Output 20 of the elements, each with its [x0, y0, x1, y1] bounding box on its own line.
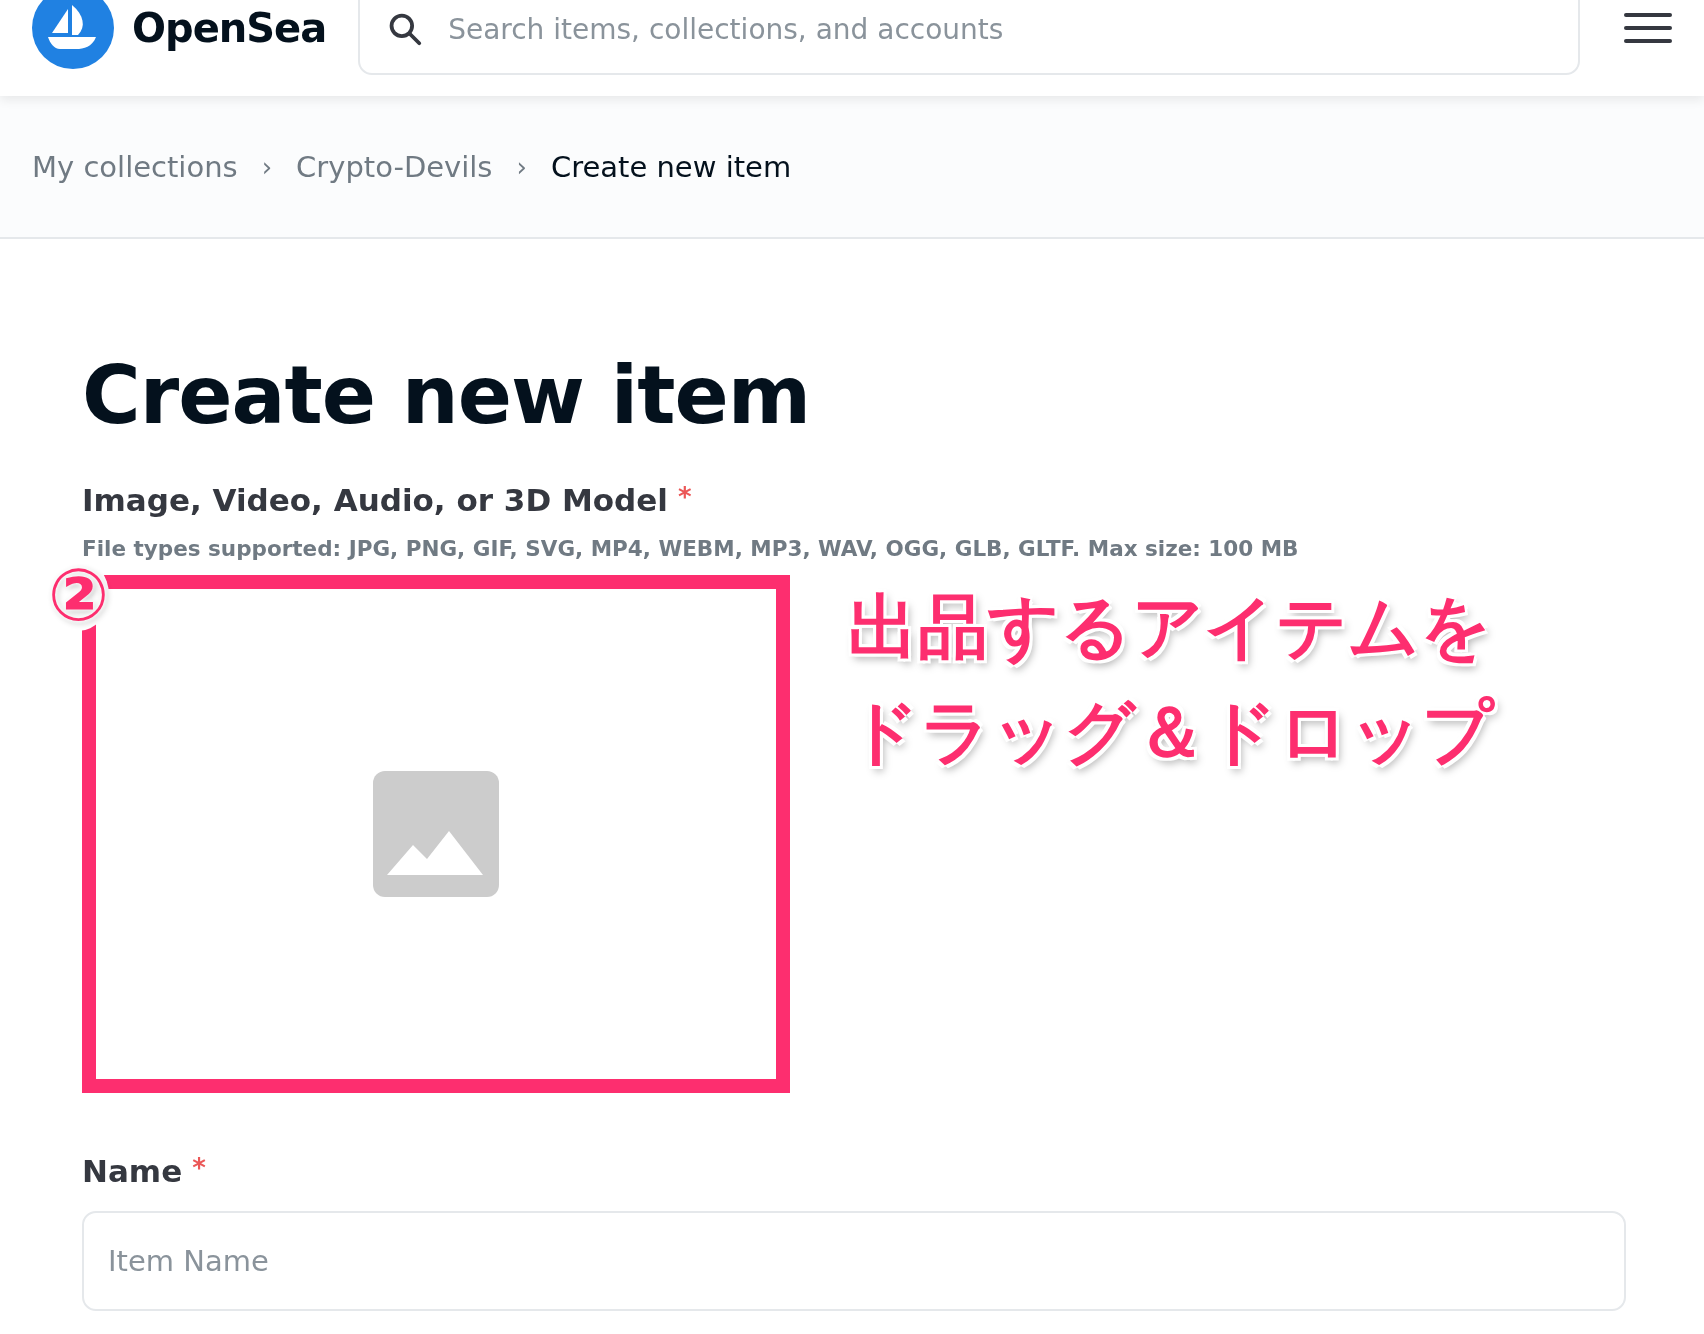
- name-input-field[interactable]: Item Name: [82, 1211, 1626, 1311]
- breadcrumb-link[interactable]: My collections: [32, 149, 238, 184]
- field-label: Image, Video, Audio, or 3D Model: [82, 482, 668, 518]
- page-title: Create new item: [82, 349, 811, 442]
- required-mark: *: [192, 1153, 206, 1183]
- ship-logo-icon[interactable]: [32, 0, 114, 69]
- field-label: Name: [82, 1153, 183, 1189]
- breadcrumb-separator: ›: [516, 151, 527, 182]
- breadcrumb-link[interactable]: Crypto-Devils: [296, 149, 493, 184]
- search-field[interactable]: Search items, collections, and accounts: [446, 11, 1552, 47]
- required-mark: *: [677, 482, 692, 512]
- search-box[interactable]: Search items, collections, and accounts: [358, 0, 1580, 75]
- image-placeholder-icon: [373, 771, 499, 897]
- file-types-hint: File types supported: JPG, PNG, GIF, SVG, MP4, WEBM, MP3, WAV, OGG, GLB, GLTF. Max size: 100 MB: [82, 536, 1300, 561]
- logo-text: OpenSea: [132, 5, 327, 51]
- menu-icon[interactable]: [1624, 13, 1672, 43]
- annotation-text: 出品するアイテムを: [848, 589, 1493, 666]
- breadcrumb-separator: ›: [261, 151, 273, 182]
- annotation-text: ドラッグ＆ドロップ: [848, 694, 1494, 771]
- breadcrumb-link[interactable]: Create new item: [550, 149, 792, 184]
